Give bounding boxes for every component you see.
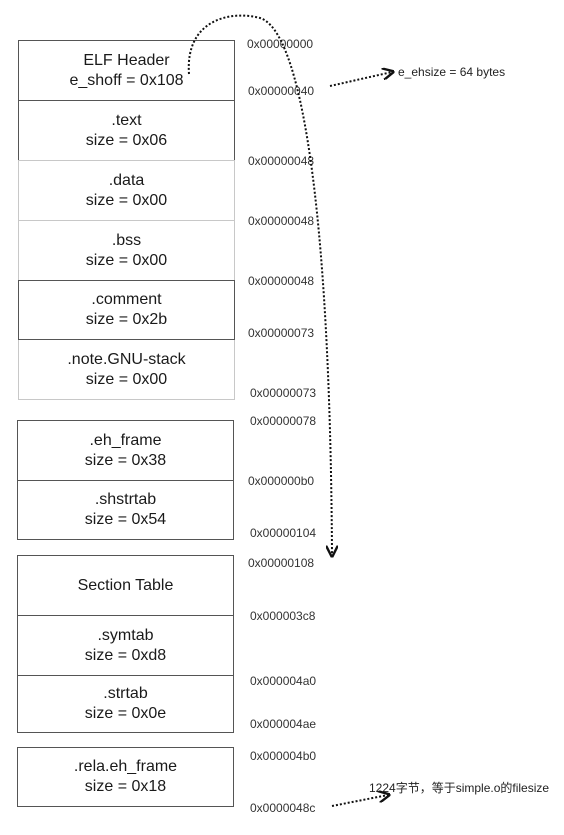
section-detail: size = 0x00 [85,191,168,209]
section-eh-frame: .eh_frame size = 0x38 [17,420,234,480]
section-shstrtab: .shstrtab size = 0x54 [17,480,234,540]
address-label: 0x00000000 [247,37,314,51]
section-group-3: Section Table .symtab size = 0xd8 .strta… [17,555,234,733]
address-label: 0x00000048 [248,274,315,288]
address-label: 0x00000048 [248,214,315,228]
section-detail: size = 0x00 [85,370,168,388]
section-name: .rela.eh_frame [73,758,178,775]
section-detail: size = 0x18 [84,778,167,795]
section-name: .comment [91,291,162,308]
section-detail: size = 0xd8 [84,646,167,664]
section-strtab: .strtab size = 0x0e [17,675,234,733]
address-label: 0x00000073 [248,326,315,340]
section-rela-eh-frame: .rela.eh_frame size = 0x18 [17,747,234,807]
address-label: 0x00000078 [250,414,317,428]
section-data: .data size = 0x00 [18,160,235,220]
ehsize-arrow [329,72,392,87]
section-detail: size = 0x0e [84,705,167,722]
section-elf-header: ELF Header e_shoff = 0x108 [18,40,235,100]
section-detail: e_shoff = 0x108 [69,71,184,89]
filesize-annotation: 1224字节，等于simple.o的filesize [369,781,550,795]
section-name: .text [111,111,142,129]
section-table: Section Table [17,555,234,615]
section-name: .strtab [103,685,148,702]
section-group-4: .rela.eh_frame size = 0x18 [17,747,234,807]
section-detail: size = 0x06 [85,131,168,149]
section-name: .data [108,171,145,189]
address-label: 0x0000048c [250,801,316,815]
section-name: ELF Header [83,51,170,69]
section-detail: size = 0x54 [84,511,167,528]
address-label: 0x000004ae [250,717,317,731]
section-bss: .bss size = 0x00 [18,220,235,280]
section-text: .text size = 0x06 [18,100,235,160]
section-name: .symtab [97,626,154,644]
address-label: 0x00000073 [250,386,317,400]
section-name: .shstrtab [94,491,157,508]
address-label: 0x000004b0 [250,749,317,763]
address-label: 0x00000104 [250,526,317,540]
address-label: 0x00000040 [248,84,315,98]
section-group-1: ELF Header e_shoff = 0x108 .text size = … [18,40,235,400]
section-name: .eh_frame [89,431,162,449]
filesize-arrow [331,795,388,807]
section-group-2: .eh_frame size = 0x38 .shstrtab size = 0… [17,420,234,540]
section-symtab: .symtab size = 0xd8 [17,615,234,675]
address-label: 0x000000b0 [248,474,315,488]
address-label: 0x00000048 [248,154,315,168]
address-label: 0x00000108 [248,556,315,570]
section-name: Section Table [77,576,174,594]
section-note-gnu-stack: .note.GNU-stack size = 0x00 [18,340,235,400]
section-detail: size = 0x38 [84,451,167,469]
section-detail: size = 0x2b [85,311,168,328]
ehsize-annotation: e_ehsize = 64 bytes [398,65,506,79]
section-name: .note.GNU-stack [67,350,186,368]
section-detail: size = 0x00 [85,251,168,269]
section-comment: .comment size = 0x2b [18,280,235,340]
address-label: 0x000003c8 [250,609,316,623]
address-label: 0x000004a0 [250,674,317,688]
section-name: .bss [111,231,142,249]
